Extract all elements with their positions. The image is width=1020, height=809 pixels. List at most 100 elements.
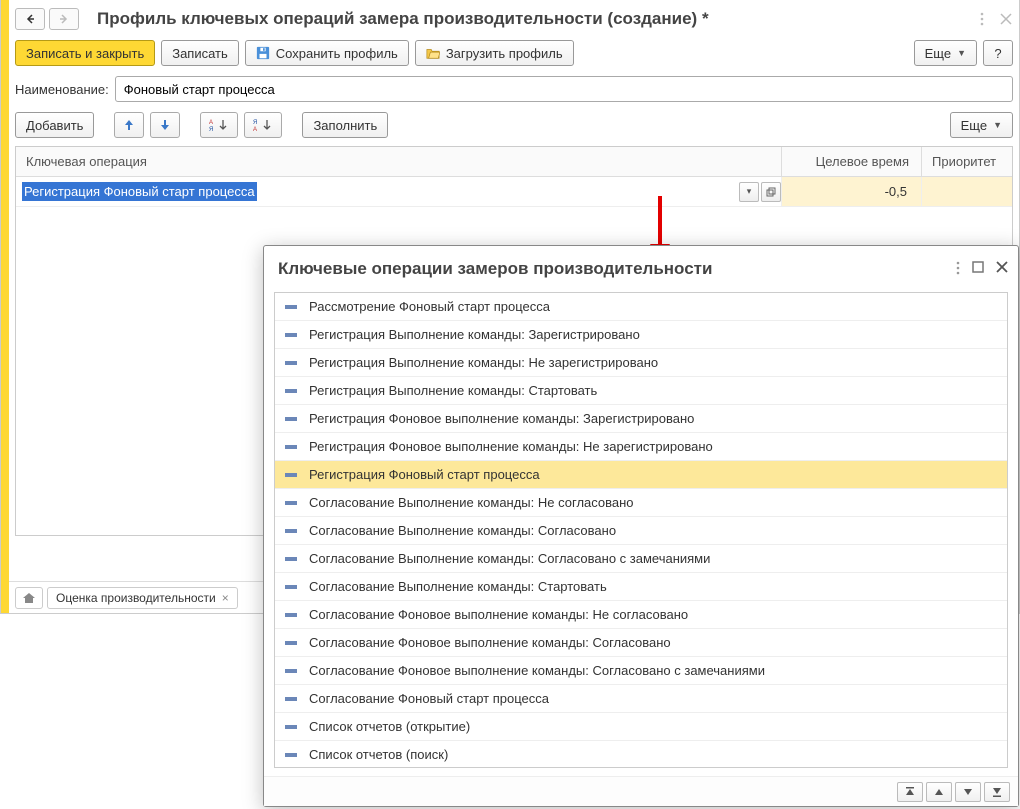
add-label: Добавить [26,118,83,133]
load-profile-button[interactable]: Загрузить профиль [415,40,574,66]
nav-back-button[interactable] [15,8,45,30]
sort-desc-button[interactable]: ЯА [244,112,282,138]
table-more-button[interactable]: Еще▼ [950,112,1013,138]
sort-asc-icon: АЯ [209,118,229,132]
popup-footer [264,776,1018,806]
help-button[interactable]: ? [983,40,1013,66]
page-first-button[interactable] [897,782,923,802]
item-label: Регистрация Фоновое выполнение команды: … [309,411,694,426]
chevron-down-icon: ▼ [957,48,966,58]
nav-forward-button[interactable] [49,8,79,30]
list-item[interactable]: Согласование Выполнение команды: Согласо… [275,517,1007,545]
popup-close-icon[interactable] [996,261,1008,278]
floppy-icon [256,46,270,60]
fill-button[interactable]: Заполнить [302,112,388,138]
list-item[interactable]: Регистрация Фоновое выполнение команды: … [275,433,1007,461]
item-icon [285,330,299,340]
kebab-icon[interactable] [975,12,989,26]
popup-maximize-icon[interactable] [972,261,984,278]
triangle-up-bar-icon [905,787,915,797]
page-title: Профиль ключевых операций замера произво… [97,9,975,29]
popup-key-operations: Ключевые операции замеров производительн… [263,245,1019,807]
list-item[interactable]: Регистрация Фоновое выполнение команды: … [275,405,1007,433]
arrow-left-icon [25,14,35,24]
list-item[interactable]: Согласование Фоновое выполнение команды:… [275,629,1007,657]
triangle-down-bar-icon [992,787,1002,797]
list-item[interactable]: Согласование Фоновое выполнение команды:… [275,601,1007,629]
list-item[interactable]: Список отчетов (открытие) [275,713,1007,741]
sort-desc-icon: ЯА [253,118,273,132]
tab-performance[interactable]: Оценка производительности × [47,587,238,609]
item-icon [285,526,299,536]
name-label: Наименование: [15,82,109,97]
save-profile-label: Сохранить профиль [276,46,398,61]
page-down-button[interactable] [955,782,981,802]
svg-text:Я: Я [209,127,213,132]
item-icon [285,722,299,732]
list-item[interactable]: Регистрация Выполнение команды: Не зарег… [275,349,1007,377]
list-item[interactable]: Список отчетов (поиск) [275,741,1007,768]
titlebar: Профиль ключевых операций замера произво… [15,4,1013,34]
item-icon [285,386,299,396]
th-target-time[interactable]: Целевое время [782,147,922,176]
dropdown-button[interactable]: ▾ [739,182,759,202]
move-down-button[interactable] [150,112,180,138]
popup-list[interactable]: Рассмотрение Фоновый старт процесса Регис… [275,293,1007,768]
save-and-close-label: Записать и закрыть [26,46,144,61]
item-label: Список отчетов (поиск) [309,747,448,762]
save-button[interactable]: Записать [161,40,239,66]
home-button[interactable] [15,587,43,609]
more-button[interactable]: Еще▼ [914,40,977,66]
popup-kebab-icon[interactable] [956,261,960,278]
tab-close-icon[interactable]: × [222,591,229,605]
save-and-close-button[interactable]: Записать и закрыть [15,40,155,66]
move-up-button[interactable] [114,112,144,138]
svg-text:Я: Я [253,120,257,126]
item-label: Согласование Выполнение команды: Стартов… [309,579,607,594]
popup-titlebar: Ключевые операции замеров производительн… [264,246,1018,292]
list-item[interactable]: Согласование Выполнение команды: Стартов… [275,573,1007,601]
item-label: Регистрация Фоновый старт процесса [309,467,540,482]
item-icon [285,610,299,620]
table-toolbar: Добавить АЯ ЯА Заполнить Еще▼ [15,112,1013,138]
item-icon [285,666,299,676]
item-icon [285,750,299,760]
list-item[interactable]: Регистрация Выполнение команды: Зарегист… [275,321,1007,349]
triangle-down-icon [963,787,973,797]
list-item[interactable]: Рассмотрение Фоновый старт процесса [275,293,1007,321]
item-icon [285,554,299,564]
table-header: Ключевая операция Целевое время Приорите… [16,147,1012,177]
list-item[interactable]: Согласование Фоновое выполнение команды:… [275,657,1007,685]
sort-asc-button[interactable]: АЯ [200,112,238,138]
arrow-down-icon [160,119,170,131]
list-item[interactable]: Согласование Фоновый старт процесса [275,685,1007,713]
main-toolbar: Записать и закрыть Записать Сохранить пр… [15,40,1013,66]
save-profile-button[interactable]: Сохранить профиль [245,40,409,66]
load-profile-label: Загрузить профиль [446,46,563,61]
th-operation[interactable]: Ключевая операция [16,147,782,176]
item-label: Регистрация Выполнение команды: Не зарег… [309,355,658,370]
item-label: Согласование Выполнение команды: Не согл… [309,495,634,510]
page-last-button[interactable] [984,782,1010,802]
home-icon [22,591,36,605]
item-icon [285,358,299,368]
list-item[interactable]: Регистрация Выполнение команды: Стартова… [275,377,1007,405]
th-priority[interactable]: Приоритет [922,147,1012,176]
list-item[interactable]: Регистрация Фоновый старт процесса [275,461,1007,489]
name-input[interactable] [115,76,1013,102]
svg-text:А: А [253,127,257,132]
item-label: Регистрация Выполнение команды: Зарегист… [309,327,640,342]
list-item[interactable]: Согласование Выполнение команды: Не согл… [275,489,1007,517]
open-button[interactable] [761,182,781,202]
add-button[interactable]: Добавить [15,112,94,138]
cell-priority[interactable] [922,177,1012,206]
list-item[interactable]: Согласование Выполнение команды: Согласо… [275,545,1007,573]
table-row[interactable]: Регистрация Фоновый старт процесса ▾ -0,… [16,177,1012,207]
item-icon [285,470,299,480]
item-icon [285,498,299,508]
cell-target-time[interactable]: -0,5 [782,177,922,206]
page-up-button[interactable] [926,782,952,802]
item-icon [285,442,299,452]
item-icon [285,694,299,704]
close-icon[interactable] [999,12,1013,26]
